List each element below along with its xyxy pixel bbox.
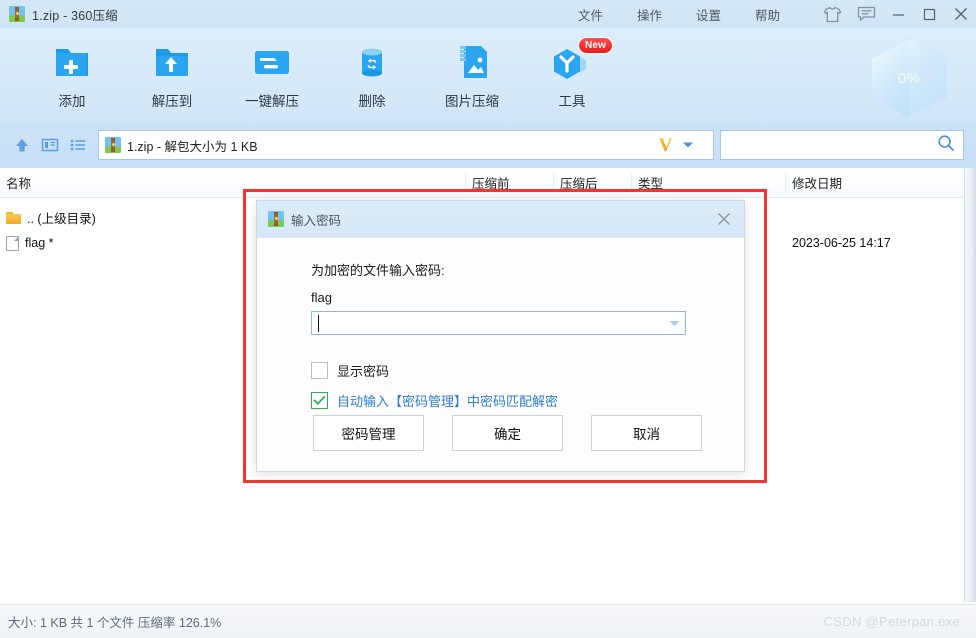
- status-text: 大小: 1 KB 共 1 个文件 压缩率 126.1%: [8, 616, 222, 630]
- folder-icon: [6, 211, 21, 224]
- toolbar-button-image-compress[interactable]: 图片压缩: [422, 35, 522, 117]
- dialog-prompt-text: 为加密的文件输入密码:: [311, 263, 445, 278]
- hexagon-percent-label: 0%: [897, 69, 921, 87]
- menu-operate[interactable]: 操作: [620, 0, 679, 28]
- folder-extract-icon: [150, 40, 194, 84]
- checkbox-show-password-label: 显示密码: [337, 364, 390, 379]
- status-bar: 大小: 1 KB 共 1 个文件 压缩率 126.1% CSDN @Peterp…: [0, 604, 976, 638]
- dialog-title-bar: 输入密码: [257, 201, 744, 238]
- preview-panel-icon[interactable]: [36, 131, 64, 159]
- file-name-cell: flag *: [6, 235, 54, 251]
- menu-settings[interactable]: 设置: [679, 0, 738, 28]
- file-list-header: 名称 压缩前 压缩后 类型 修改日期: [0, 168, 976, 198]
- file-modified-cell: 2023-06-25 14:17: [792, 236, 891, 250]
- column-header-name[interactable]: 名称: [6, 168, 466, 197]
- toolbar-button-delete[interactable]: 删除: [322, 35, 422, 117]
- image-compress-icon: [450, 40, 494, 84]
- tools-hexagon-icon: [550, 40, 594, 84]
- feedback-message-icon[interactable]: [849, 0, 883, 28]
- dialog-button-row: 密码管理 确定 取消: [313, 415, 702, 451]
- checkbox-show-password[interactable]: 显示密码: [311, 361, 718, 380]
- toolbar-label-add: 添加: [58, 94, 86, 109]
- checkbox-box-checked[interactable]: [311, 392, 328, 409]
- toolbar-label-extract-to: 解压到: [151, 94, 193, 109]
- list-view-icon[interactable]: [64, 131, 92, 159]
- search-icon[interactable]: [937, 134, 955, 157]
- cancel-button[interactable]: 取消: [591, 415, 702, 451]
- compression-ratio-hexagon: 0%: [858, 30, 960, 126]
- toolbar-label-one-click-extract: 一键解压: [245, 94, 299, 109]
- up-arrow-icon[interactable]: [8, 131, 36, 159]
- dialog-body: 为加密的文件输入密码: flag 显示密码 自动输入【密码管理】中密码匹配解密 …: [257, 238, 744, 471]
- column-header-size-before[interactable]: 压缩前: [472, 168, 554, 197]
- column-header-size-after[interactable]: 压缩后: [560, 168, 632, 197]
- password-dialog: 输入密码 为加密的文件输入密码: flag 显示密码 自动输入【密码管理】中密码…: [256, 200, 745, 472]
- right-scroll-gutter: [964, 168, 976, 602]
- toolbar-label-image-compress: 图片压缩: [445, 94, 499, 109]
- v-letter-label: V: [658, 134, 673, 156]
- toolbar-label-delete: 删除: [358, 94, 386, 109]
- folder-add-icon: [50, 40, 94, 84]
- menu-file[interactable]: 文件: [561, 0, 620, 28]
- search-box[interactable]: [720, 130, 964, 160]
- toolbar-button-one-click-extract[interactable]: 一键解压: [222, 35, 322, 117]
- confirm-button[interactable]: 确定: [452, 415, 563, 451]
- toolbar-label-tools: 工具: [558, 94, 586, 109]
- checkbox-box-unchecked[interactable]: [311, 362, 328, 379]
- minimize-icon[interactable]: [883, 0, 914, 28]
- watermark-text: CSDN @Peterpan.exe: [823, 614, 960, 629]
- zip-archive-icon: [9, 6, 25, 22]
- app-window: 1.zip - 360压缩 文件 操作 设置 帮助 添加 解压到 一键解压 删除…: [0, 0, 976, 638]
- password-combobox[interactable]: [311, 311, 686, 335]
- toolbar-button-add[interactable]: 添加: [22, 35, 122, 117]
- v-dropdown-button[interactable]: V: [640, 130, 714, 160]
- check-icon: [313, 395, 326, 405]
- one-click-extract-icon: [250, 40, 294, 84]
- trash-delete-icon: [350, 40, 394, 84]
- file-icon: [6, 235, 19, 251]
- dialog-title-text: 输入密码: [291, 213, 342, 228]
- address-bar: 1.zip - 解包大小为 1 KB V: [0, 122, 976, 168]
- main-toolbar: 添加 解压到 一键解压 删除 图片压缩 New 工具 0%: [0, 28, 976, 122]
- chevron-down-icon[interactable]: [663, 312, 685, 334]
- chevron-down-icon: [682, 136, 694, 154]
- title-bar: 1.zip - 360压缩 文件 操作 设置 帮助: [0, 0, 976, 28]
- zip-archive-icon: [105, 137, 121, 153]
- toolbar-button-tools[interactable]: New 工具: [522, 35, 622, 117]
- checkbox-auto-fill-label: 自动输入【密码管理】中密码匹配解密: [337, 394, 559, 409]
- window-title: 1.zip - 360压缩: [32, 8, 118, 23]
- password-input[interactable]: [318, 312, 663, 334]
- file-name-label: .. (上级目录): [27, 211, 96, 226]
- column-header-modified[interactable]: 修改日期: [792, 168, 964, 197]
- title-bar-left: 1.zip - 360压缩: [0, 5, 118, 24]
- column-header-type[interactable]: 类型: [638, 168, 786, 197]
- search-input[interactable]: [729, 138, 937, 152]
- checkbox-auto-fill[interactable]: 自动输入【密码管理】中密码匹配解密: [311, 391, 718, 410]
- address-path-box[interactable]: 1.zip - 解包大小为 1 KB: [98, 130, 694, 160]
- maximize-icon[interactable]: [914, 0, 945, 28]
- shirt-icon[interactable]: [815, 0, 849, 28]
- title-bar-right: 文件 操作 设置 帮助: [561, 0, 976, 28]
- dialog-filename-text: flag: [311, 290, 332, 305]
- toolbar-button-extract-to[interactable]: 解压到: [122, 35, 222, 117]
- address-path-text: 1.zip - 解包大小为 1 KB: [127, 139, 258, 154]
- zip-archive-icon: [268, 211, 284, 227]
- password-manager-button[interactable]: 密码管理: [313, 415, 424, 451]
- menu-help[interactable]: 帮助: [738, 0, 797, 28]
- dialog-close-icon[interactable]: [704, 201, 744, 238]
- close-icon[interactable]: [945, 0, 976, 28]
- text-caret: [318, 315, 319, 332]
- file-name-label: flag *: [25, 236, 54, 250]
- file-name-cell: .. (上级目录): [6, 208, 96, 227]
